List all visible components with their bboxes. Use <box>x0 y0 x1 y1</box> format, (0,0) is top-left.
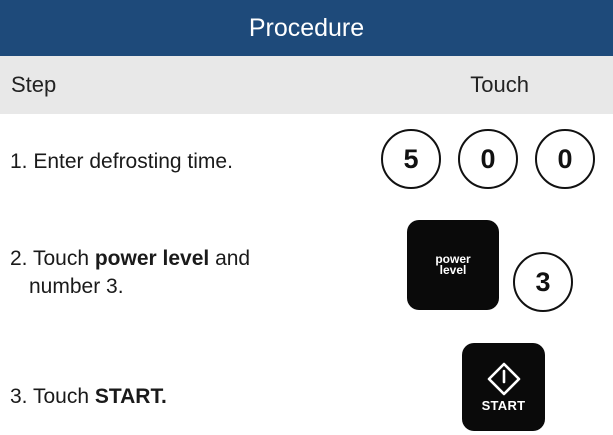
touch-column-label: Touch <box>470 72 529 97</box>
number-5-key[interactable]: 5 <box>381 129 441 189</box>
number-0-key-second[interactable]: 0 <box>535 129 595 189</box>
start-icon <box>487 362 520 395</box>
step-2-suffix: and <box>209 247 251 270</box>
start-label: START <box>481 397 526 413</box>
step-2-line2: number 3. <box>29 275 124 298</box>
step-3-text: 3. Touch START. <box>10 383 167 411</box>
step-3-prefix: 3. Touch <box>10 385 95 408</box>
start-key[interactable]: START <box>462 343 545 431</box>
column-header-row: Step Touch <box>0 56 613 114</box>
step-2-text: 2. Touch power level and number 3. <box>10 245 250 301</box>
step-2-prefix: 2. Touch <box>10 247 95 270</box>
number-0-label: 0 <box>480 143 496 174</box>
step-2-bold: power level <box>94 247 210 270</box>
procedure-title: Procedure <box>248 13 365 42</box>
number-0-key[interactable]: 0 <box>458 129 518 189</box>
number-5-label: 5 <box>403 143 419 174</box>
number-0-second-label: 0 <box>557 143 573 174</box>
power-level-key[interactable]: power level <box>407 220 499 310</box>
step-column-label: Step <box>11 72 57 97</box>
procedure-header: Procedure <box>0 0 613 56</box>
number-3-key[interactable]: 3 <box>513 252 573 312</box>
power-level-label-line2: level <box>439 263 467 277</box>
step-1-text: 1. Enter defrosting time. <box>10 148 233 176</box>
number-3-label: 3 <box>535 266 551 297</box>
step-1-label: 1. Enter defrosting time. <box>10 150 233 173</box>
step-3-bold: START. <box>94 385 167 408</box>
